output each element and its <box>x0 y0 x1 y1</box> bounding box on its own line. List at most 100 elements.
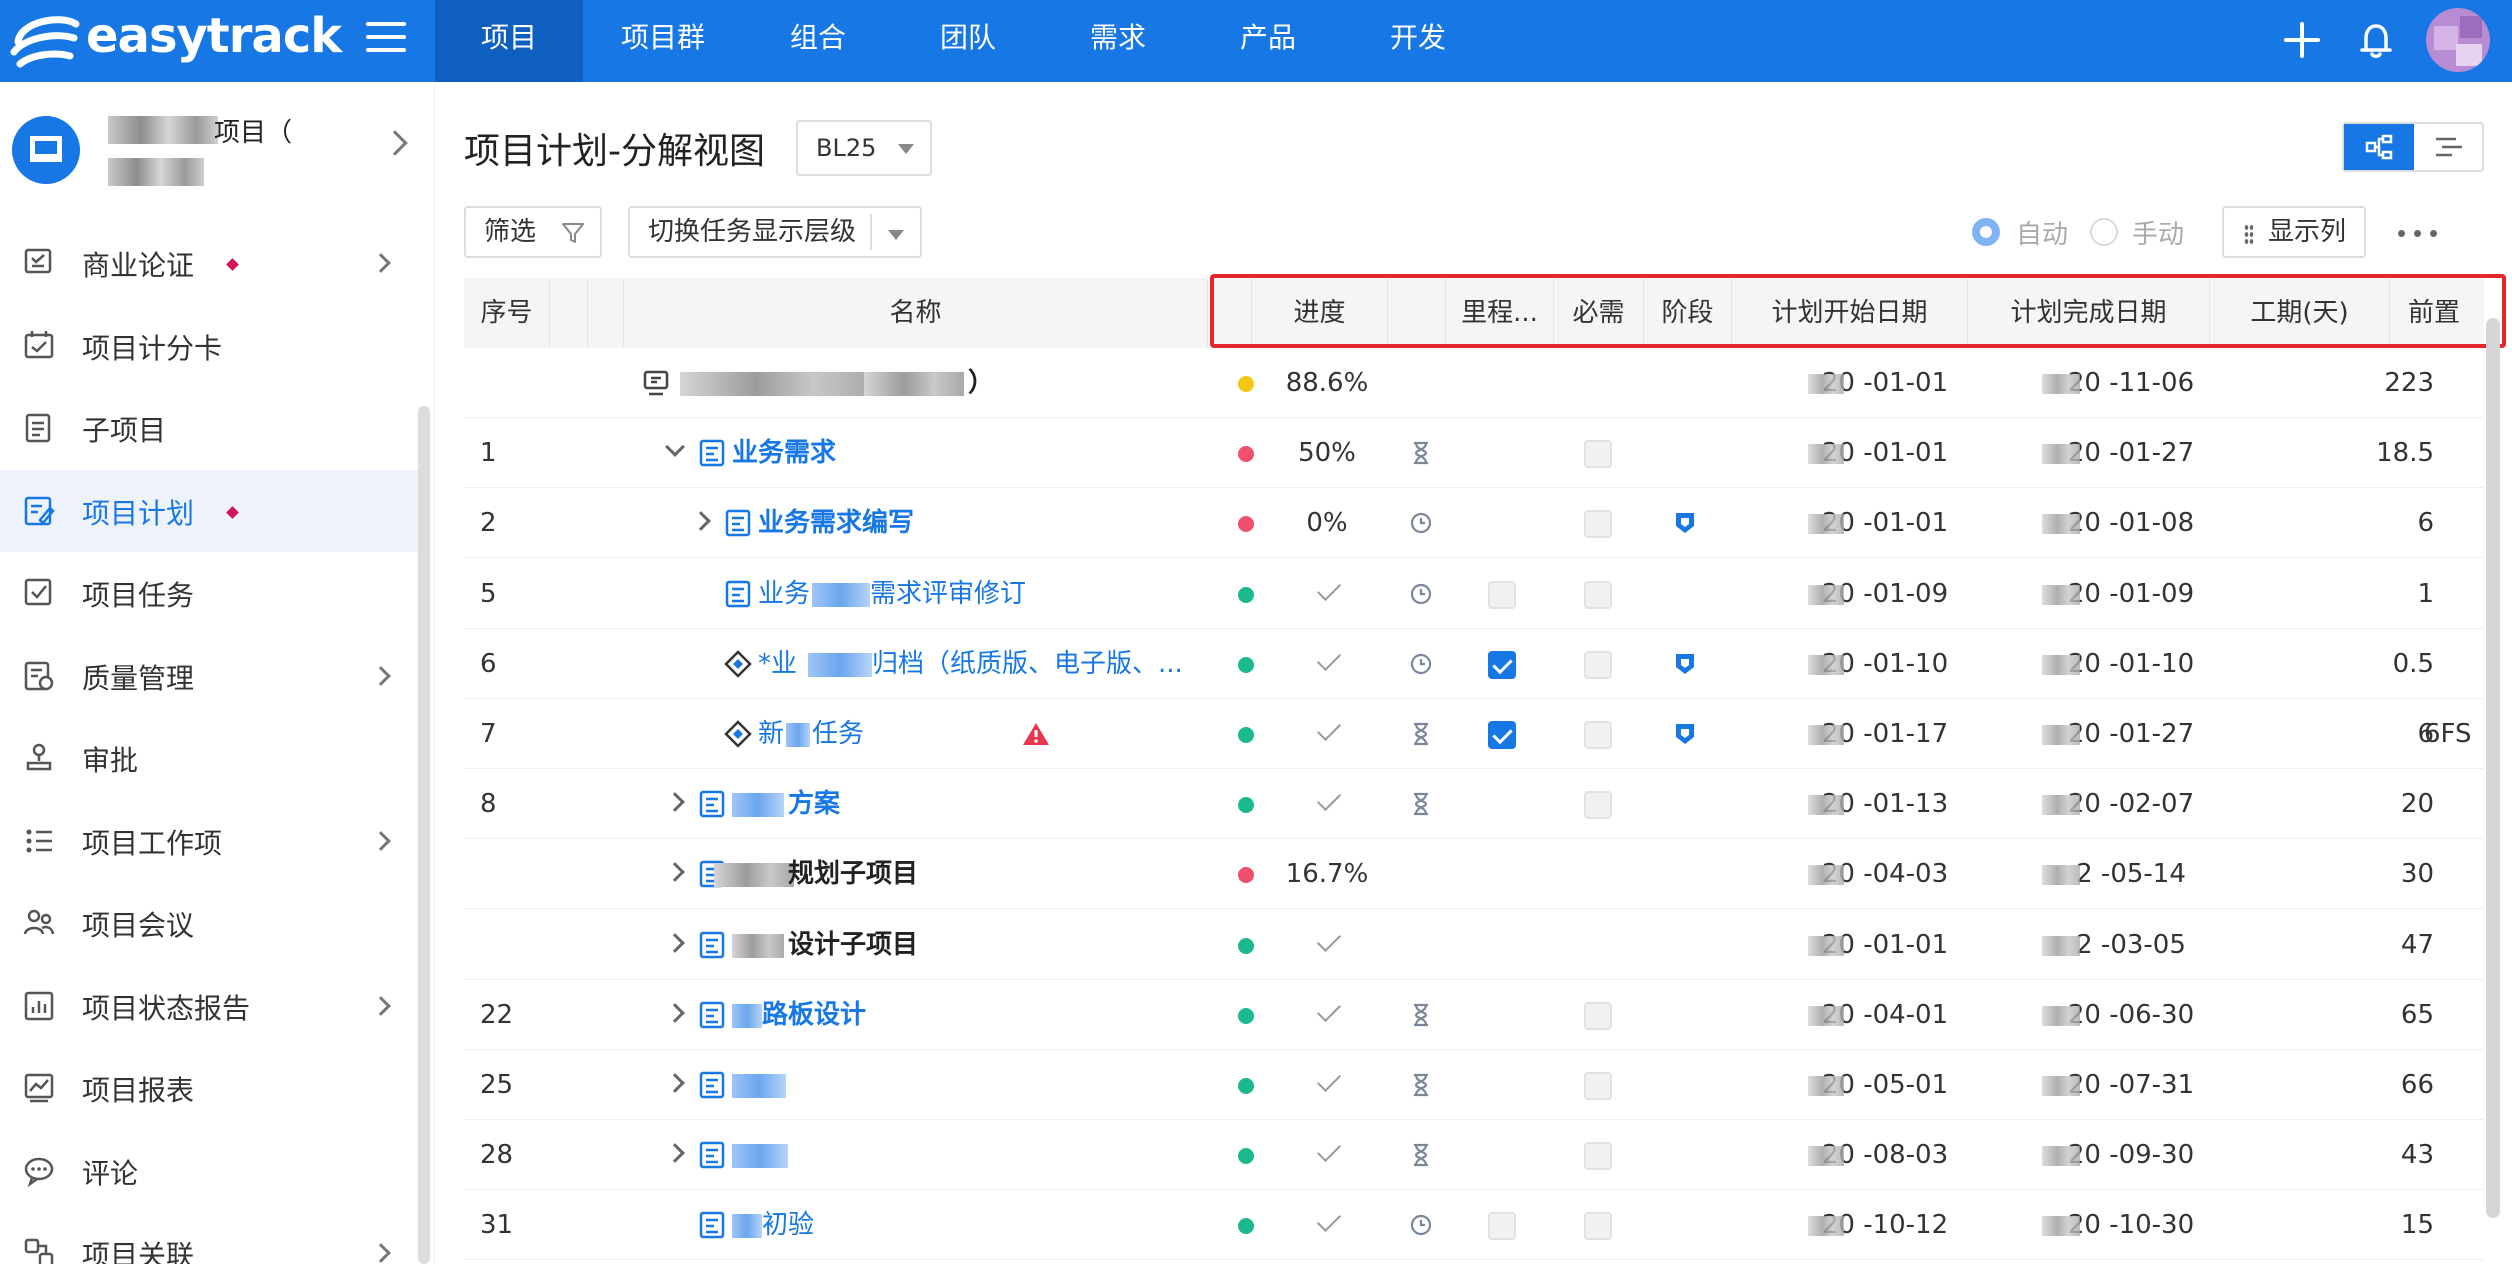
table-scrollbar[interactable] <box>2486 318 2500 1218</box>
table-row[interactable]: 28 20 -08-03 20 -09-30 43 <box>464 1120 2484 1191</box>
tab-program[interactable]: 项目群 <box>583 0 743 82</box>
sidebar-item-meeting[interactable]: 项目会议 <box>0 882 420 964</box>
filter-button[interactable]: 筛选 <box>464 206 602 258</box>
column-header-name[interactable]: 名称 <box>624 278 1208 348</box>
milestone-checkbox[interactable] <box>1488 1212 1516 1241</box>
chevron-right-icon[interactable] <box>371 665 391 686</box>
task-name-link[interactable]: 规划子项目 <box>788 839 918 909</box>
sidebar-item-task[interactable]: 项目任务 <box>0 552 420 634</box>
logo-text: easytrack <box>86 8 342 64</box>
bell-icon[interactable] <box>2352 16 2400 64</box>
duration-value: 223 <box>2384 368 2434 398</box>
task-name-link[interactable]: 业务需求编写 <box>758 488 914 558</box>
expand-chevron-icon[interactable] <box>665 1143 685 1164</box>
required-checkbox[interactable] <box>1584 721 1612 749</box>
required-checkbox[interactable] <box>1584 650 1612 679</box>
chevron-right-icon[interactable] <box>371 830 391 851</box>
sidebar-item-approval[interactable]: 审批 <box>0 717 420 799</box>
table-row[interactable]: ） 88.6% 20 -01-01 20 -11-06 223 <box>464 348 2484 418</box>
task-name-link[interactable]: 初验 <box>762 1190 814 1260</box>
task-name-link[interactable]: 路板设计 <box>762 980 866 1050</box>
task-name-link[interactable]: 归档（纸质版、电子版、... <box>872 629 1183 699</box>
sidebar-item-workitem[interactable]: 项目工作项 <box>0 800 420 882</box>
expand-chevron-icon[interactable] <box>665 932 685 953</box>
task-name-link[interactable]: 设计子项目 <box>788 910 918 980</box>
warning-icon[interactable] <box>1022 721 1050 747</box>
required-checkbox[interactable] <box>1584 510 1612 539</box>
milestone-checkbox[interactable] <box>1488 580 1516 609</box>
task-name-prefix[interactable]: *业 <box>758 629 797 699</box>
milestone-checkbox[interactable] <box>1488 721 1516 749</box>
required-checkbox[interactable] <box>1584 1142 1612 1171</box>
task-name-link[interactable]: 方案 <box>788 769 840 839</box>
expand-chevron-icon[interactable] <box>665 792 685 813</box>
business-case-icon <box>24 248 52 274</box>
table-row[interactable]: 7 新任务 20 -01-17 20 -01-27 6 6FS <box>464 699 2484 769</box>
auto-mode-radio[interactable] <box>1972 218 2000 246</box>
task-level-select[interactable]: 切换任务显示层级 <box>628 206 922 258</box>
required-checkbox[interactable] <box>1584 1072 1612 1100</box>
expand-chevron-icon[interactable] <box>665 1002 685 1023</box>
column-header-seq[interactable]: 序号 <box>464 278 550 348</box>
task-name-prefix[interactable]: 业务 <box>758 559 810 629</box>
tab-requirement[interactable]: 需求 <box>1043 0 1193 82</box>
required-checkbox[interactable] <box>1584 1212 1612 1241</box>
required-checkbox[interactable] <box>1584 440 1612 469</box>
sidebar-item-relation[interactable]: 项目关联 <box>0 1212 420 1264</box>
tab-project[interactable]: 项目 <box>435 0 583 82</box>
required-checkbox[interactable] <box>1584 791 1612 820</box>
sidebar-scrollbar[interactable] <box>418 406 430 1264</box>
more-options-icon[interactable] <box>2398 218 2442 246</box>
sidebar-item-plan[interactable]: 项目计划 <box>0 469 420 552</box>
chevron-right-icon[interactable] <box>371 995 391 1016</box>
table-row[interactable]: 1 业务需求 50% 20 -01-01 20 -01-27 18.5 <box>464 418 2484 489</box>
table-row[interactable]: 25 20 -05-01 20 -07-31 66 <box>464 1050 2484 1120</box>
tab-develop[interactable]: 开发 <box>1343 0 1493 82</box>
table-row[interactable]: 设计子项目 20 -01-01 2 -03-05 47 <box>464 910 2484 980</box>
expand-chevron-icon[interactable] <box>691 511 711 532</box>
baseline-select[interactable]: BL25 <box>796 120 932 176</box>
chevron-right-icon[interactable] <box>371 1243 391 1263</box>
required-checkbox[interactable] <box>1584 580 1612 609</box>
collapse-chevron-icon[interactable] <box>665 437 685 458</box>
sidebar-item-quality[interactable]: 质量管理 <box>0 635 420 717</box>
sidebar-item-scorecard[interactable]: 项目计分卡 <box>0 305 420 387</box>
task-name-link[interactable]: 任务 <box>812 699 864 769</box>
gantt-view-button[interactable] <box>2414 124 2484 170</box>
sidebar-item-subproject[interactable]: 子项目 <box>0 387 420 469</box>
table-row[interactable]: 8 方案 20 -01-13 20 -02-07 20 <box>464 769 2484 840</box>
tab-team[interactable]: 团队 <box>893 0 1043 82</box>
expand-chevron-icon[interactable] <box>665 1073 685 1093</box>
row-seq: 5 <box>480 578 497 609</box>
task-name-prefix[interactable]: 新 <box>758 699 784 769</box>
view-toggle[interactable] <box>2342 122 2484 172</box>
sidebar-item-report[interactable]: 项目报表 <box>0 1047 420 1129</box>
add-icon[interactable] <box>2278 16 2326 64</box>
table-row[interactable]: 22 路板设计 20 -04-01 20 -06-30 65 <box>464 980 2484 1050</box>
page-title: 项目计划-分解视图 <box>464 131 765 172</box>
tab-product[interactable]: 产品 <box>1193 0 1343 82</box>
task-name-link[interactable]: 业务需求 <box>732 418 836 488</box>
project-switcher[interactable]: 项目（ <box>0 82 435 222</box>
table-row[interactable]: 规划子项目 16.7% 20 -04-03 2 -05-14 30 <box>464 839 2484 910</box>
milestone-checkbox[interactable] <box>1488 650 1516 679</box>
table-row[interactable]: 6 *业 归档（纸质版、电子版、... 20 -01-10 20 -01-10 0.5 <box>464 629 2484 699</box>
table-row[interactable]: 5 业务 需求评审修订 20 -01-09 20 -01-09 1 <box>464 559 2484 629</box>
task-name-link[interactable]: 需求评审修订 <box>870 559 1026 629</box>
table-row[interactable]: 31 初验 20 -10-12 20 -10-30 15 <box>464 1190 2484 1261</box>
task-name-link[interactable]: ） <box>968 348 994 418</box>
sidebar-item-business-case[interactable]: 商业论证 <box>0 222 420 304</box>
menu-toggle-button[interactable] <box>366 22 406 58</box>
sidebar-item-status-report[interactable]: 项目状态报告 <box>0 965 420 1047</box>
user-avatar[interactable] <box>2426 8 2490 72</box>
expand-chevron-icon[interactable] <box>665 862 685 883</box>
sidebar-item-comment[interactable]: 评论 <box>0 1130 420 1212</box>
chevron-right-icon[interactable] <box>371 253 391 273</box>
tab-portfolio[interactable]: 组合 <box>743 0 893 82</box>
tree-view-button[interactable] <box>2344 124 2414 170</box>
show-columns-button[interactable]: 显示列 <box>2222 206 2366 258</box>
required-checkbox[interactable] <box>1584 1001 1612 1030</box>
table-row[interactable]: 2 业务需求编写 0% 20 -01-01 20 -01-08 6 <box>464 488 2484 559</box>
status-dot-icon <box>1238 867 1254 884</box>
manual-mode-radio[interactable] <box>2090 218 2118 246</box>
